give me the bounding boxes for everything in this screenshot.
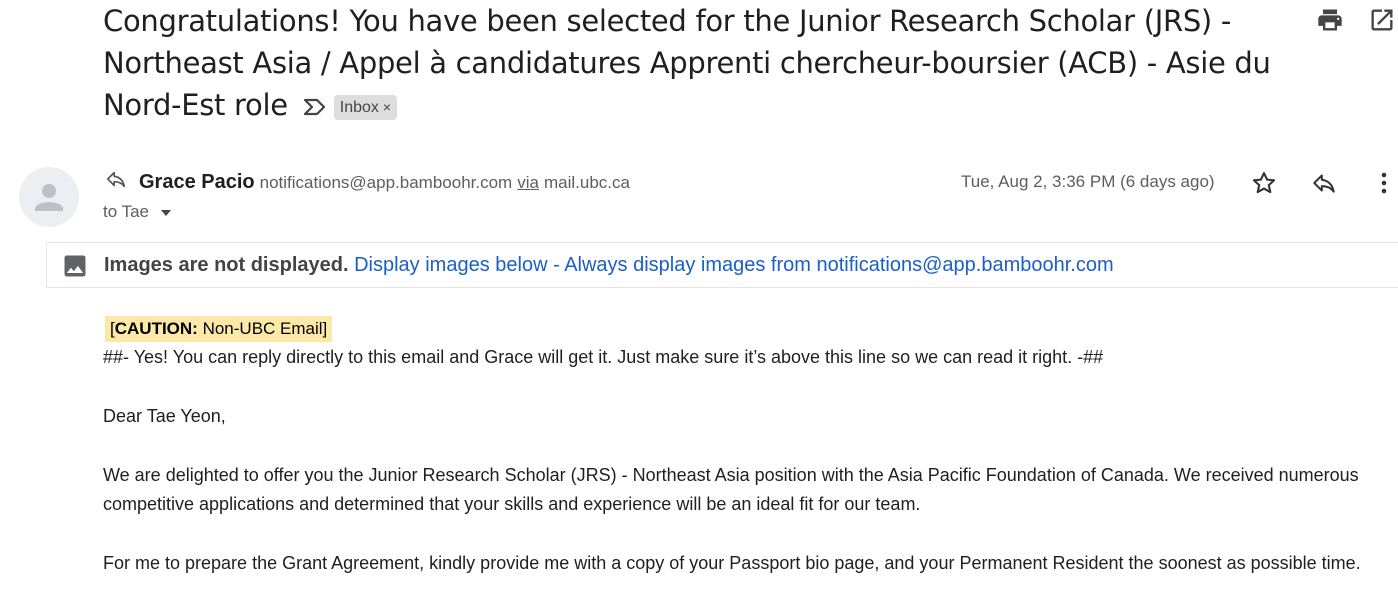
- caution-label: CAUTION:: [114, 319, 198, 338]
- to-text: to Tae: [103, 202, 150, 221]
- greeting: Dear Tae Yeon,: [103, 406, 226, 426]
- print-icon[interactable]: [1316, 6, 1344, 39]
- paragraph-request: For me to prepare the Grant Agreement, k…: [103, 553, 1361, 573]
- link-separator: -: [547, 254, 565, 276]
- sender-email[interactable]: notifications@app.bamboohr.com: [260, 173, 513, 192]
- caution-rest: Non-UBC Email]: [197, 319, 328, 338]
- open-in-new-icon[interactable]: [1368, 6, 1396, 39]
- images-not-displayed-bar: Images are not displayed. Display images…: [46, 242, 1398, 288]
- always-display-images-link[interactable]: Always display images from notifications…: [564, 254, 1113, 276]
- via-link[interactable]: via: [517, 173, 539, 192]
- importance-marker-icon[interactable]: [302, 86, 328, 128]
- paragraph-offer: We are delighted to offer you the Junior…: [103, 465, 1359, 514]
- reply-icon[interactable]: [1310, 170, 1338, 201]
- caution-banner: [CAUTION: Non-UBC Email]: [105, 316, 333, 342]
- remove-label-button[interactable]: ×: [383, 99, 391, 115]
- images-not-displayed-text: Images are not displayed.: [104, 254, 349, 276]
- sender-row: Grace Pacio notifications@app.bamboohr.c…: [103, 168, 630, 198]
- inbox-label-text: Inbox: [339, 98, 379, 116]
- star-icon[interactable]: [1250, 169, 1278, 202]
- sender-avatar[interactable]: [19, 167, 79, 227]
- inbox-label-chip[interactable]: Inbox ×: [333, 94, 398, 120]
- email-subject: Congratulations! You have been selected …: [103, 0, 1303, 128]
- image-icon: [61, 252, 89, 285]
- display-images-below-link[interactable]: Display images below: [354, 254, 547, 276]
- via-domain: mail.ubc.ca: [543, 173, 630, 192]
- sender-name[interactable]: Grace Pacio: [139, 171, 255, 193]
- recipients-row[interactable]: to Tae: [103, 200, 172, 225]
- more-options-icon[interactable]: [1378, 170, 1390, 201]
- reply-indicator-icon: [103, 168, 129, 198]
- show-details-icon[interactable]: [160, 201, 172, 225]
- reply-instruction-line: ##- Yes! You can reply directly to this …: [103, 347, 1104, 367]
- message-date: Tue, Aug 2, 3:36 PM (6 days ago): [961, 172, 1215, 191]
- person-icon: [35, 184, 63, 211]
- subject-text: Congratulations! You have been selected …: [103, 4, 1271, 122]
